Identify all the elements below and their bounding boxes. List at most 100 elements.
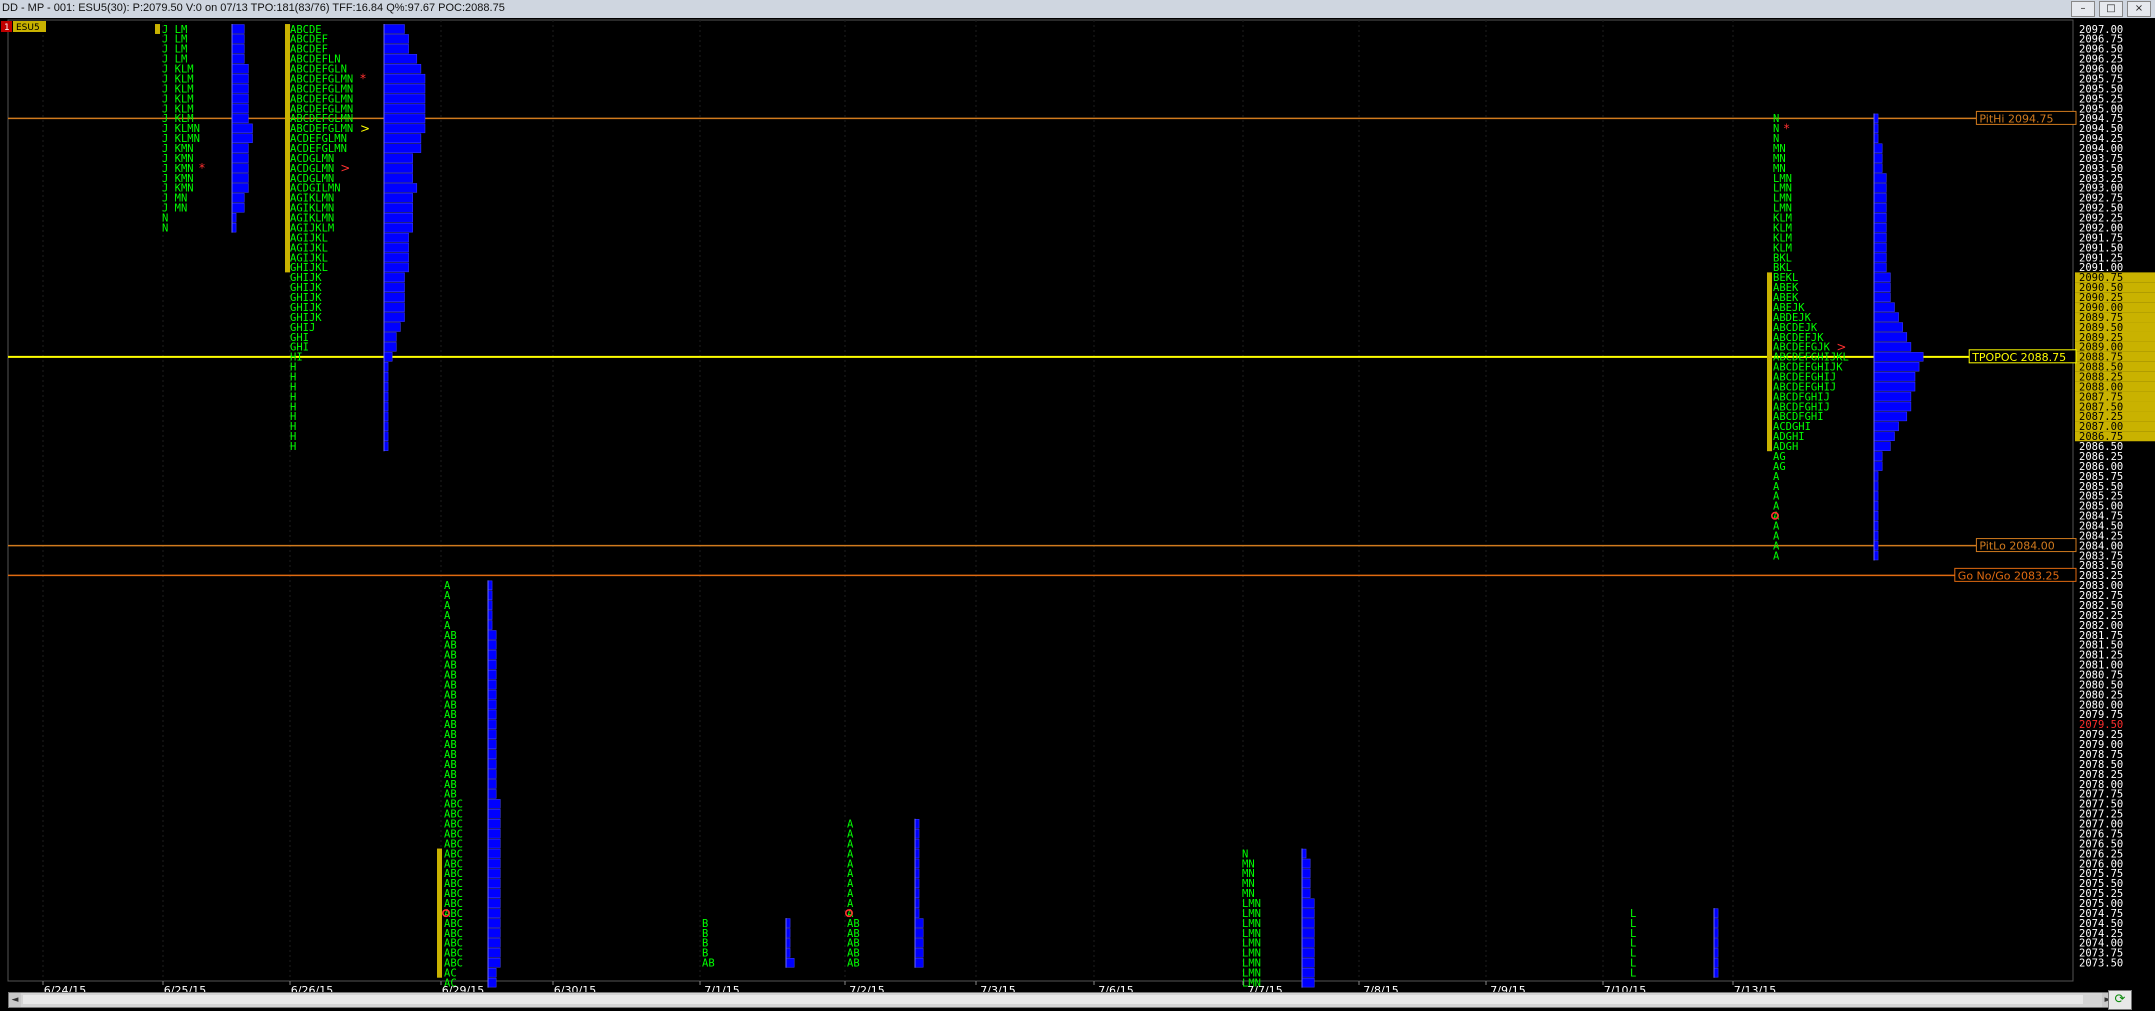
histogram-bar [487, 799, 501, 809]
date-label: 7/13/15 [1734, 984, 1776, 992]
histogram-bar [383, 83, 426, 94]
histogram-bar [231, 54, 245, 64]
histogram-bar [914, 819, 920, 829]
histogram-bar [383, 381, 389, 392]
histogram-bar [1873, 332, 1908, 342]
histogram-bar [914, 878, 920, 889]
tpo-row: L [1630, 968, 1636, 980]
histogram-bar [231, 64, 249, 74]
histogram-bar [1301, 898, 1315, 908]
histogram-bar [231, 44, 245, 54]
close-button[interactable]: × [2127, 1, 2151, 17]
histogram-bar [383, 431, 389, 442]
histogram-bar [487, 699, 497, 710]
histogram-bar [383, 371, 389, 382]
histogram-bar [487, 650, 497, 660]
value-area-bar [155, 24, 160, 34]
histogram-bar [1873, 352, 1924, 362]
histogram-bar [487, 590, 493, 600]
histogram-bar [785, 938, 791, 948]
histogram-bar [383, 143, 422, 153]
histogram-bar [231, 73, 249, 84]
histogram-bar [1873, 520, 1879, 531]
date-label: 7/6/15 [1098, 984, 1133, 992]
histogram-bar [383, 173, 413, 183]
maximize-button[interactable]: □ [2099, 1, 2123, 17]
histogram-bar [1301, 918, 1315, 928]
histogram-bar [487, 968, 497, 978]
histogram-bar [487, 679, 497, 690]
histogram-bar [1301, 948, 1315, 958]
histogram-bar [487, 729, 497, 740]
histogram-bar [231, 34, 245, 44]
histogram-bar [487, 809, 501, 819]
histogram-bar [785, 958, 795, 968]
histogram-bar [383, 203, 413, 213]
histogram-bar [383, 411, 389, 422]
scroll-left-icon[interactable]: ◄ [9, 993, 21, 1007]
histogram-bar [383, 421, 389, 432]
scroll-track[interactable] [23, 995, 2083, 1004]
histogram-bar [1873, 471, 1879, 481]
histogram-bar [1873, 461, 1883, 471]
histogram-bar [383, 242, 409, 253]
histogram-bar [914, 828, 920, 839]
histogram-bar [231, 203, 245, 213]
histogram-bar [231, 123, 253, 134]
histogram-bar [383, 362, 389, 372]
histogram-bar [231, 83, 249, 94]
histogram-bar [1873, 421, 1899, 432]
histogram-bar [1873, 441, 1891, 451]
minimize-button[interactable]: – [2071, 1, 2095, 17]
value-area-bar [437, 848, 442, 978]
histogram-bar [487, 620, 493, 630]
histogram-bar [1873, 401, 1912, 412]
histogram-bar [383, 54, 418, 64]
histogram-bar [1301, 848, 1307, 859]
histogram-bar [383, 222, 413, 233]
histogram-bar [1873, 411, 1908, 422]
histogram-bar [1301, 868, 1311, 879]
poc-marker: > [1836, 340, 1846, 354]
date-label: 6/26/15 [291, 984, 333, 992]
reference-line-label: PitHi 2094.75 [1979, 112, 2053, 125]
tpo-row: AB [702, 958, 715, 970]
histogram-bar [231, 153, 249, 163]
histogram-bar [1713, 948, 1719, 958]
histogram-bar [383, 262, 409, 273]
histogram-bar [231, 103, 249, 114]
reference-line-label: PitLo 2084.00 [1979, 540, 2054, 553]
chart-number-badge-label: 1 [4, 23, 10, 33]
histogram-bar [487, 828, 501, 839]
histogram-bar [487, 769, 497, 779]
symbol-badge-label: ESU5 [16, 23, 40, 33]
date-label: 7/1/15 [704, 984, 739, 992]
histogram-bar [1301, 977, 1315, 988]
window-title: DD - MP - 001: ESU5(30): P:2079.50 V:0 o… [2, 2, 505, 14]
histogram-bar [487, 848, 501, 859]
histogram-bar [487, 719, 497, 730]
reference-line-label: TPOPOC 2088.75 [1971, 351, 2066, 364]
histogram-bar [1873, 342, 1912, 352]
histogram-bar [383, 312, 405, 322]
histogram-bar [1713, 928, 1719, 938]
horizontal-scrollbar[interactable]: ◄ ► [8, 992, 2115, 1008]
histogram-bar [1301, 908, 1315, 918]
refresh-icon[interactable]: ⟳ [2108, 990, 2132, 1010]
histogram-bar [487, 948, 501, 958]
histogram-bar [383, 213, 413, 223]
tpo-row: AB [847, 958, 860, 970]
histogram-bar [487, 908, 501, 918]
histogram-bar [231, 163, 249, 173]
histogram-bar [383, 183, 418, 193]
date-label: 6/24/15 [44, 984, 86, 992]
market-profile-chart[interactable]: 1 ESU5 2097.002096.752096.502096.252096.00… [0, 18, 2155, 992]
histogram-bar [1873, 252, 1887, 263]
histogram-bar [383, 282, 405, 293]
histogram-bar [785, 928, 791, 938]
histogram-bar [1301, 928, 1315, 938]
histogram-bar [487, 878, 501, 889]
histogram-bar [383, 252, 409, 263]
histogram-bar [231, 213, 237, 223]
histogram-bar [1873, 143, 1883, 153]
